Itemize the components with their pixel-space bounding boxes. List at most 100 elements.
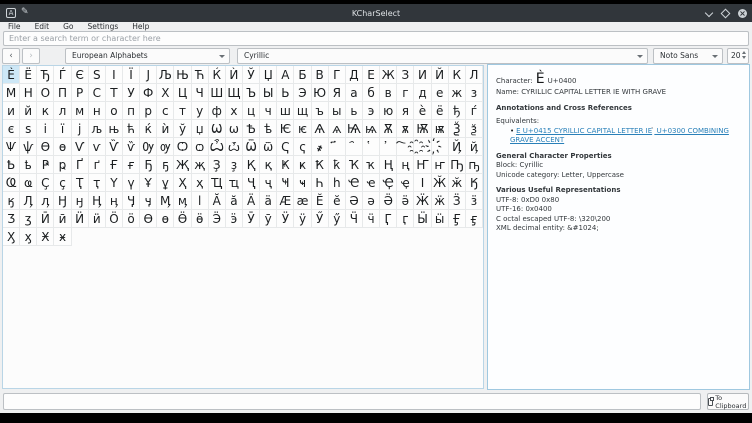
character-cell[interactable]: ҇	[397, 138, 414, 156]
character-cell[interactable]: ӱ	[294, 210, 311, 228]
character-cell[interactable]: Ҳ	[174, 174, 191, 192]
menu-item-help[interactable]: Help	[132, 22, 149, 31]
character-cell[interactable]: Г	[329, 66, 346, 84]
character-cell[interactable]: ҫ	[54, 174, 71, 192]
character-cell[interactable]: қ	[260, 156, 277, 174]
character-cell[interactable]: ё	[432, 102, 449, 120]
character-cell[interactable]: Љ	[157, 66, 174, 84]
character-cell[interactable]: Ѕ	[89, 66, 106, 84]
character-cell[interactable]: З	[397, 66, 414, 84]
character-cell[interactable]: ѫ	[397, 120, 414, 138]
character-cell[interactable]: Ҙ	[209, 156, 226, 174]
character-cell[interactable]: ӛ	[397, 192, 414, 210]
character-cell[interactable]: ъ	[312, 102, 329, 120]
character-cell[interactable]: ҟ	[329, 156, 346, 174]
character-cell[interactable]: ў	[174, 120, 191, 138]
character-cell[interactable]: ћ	[123, 120, 140, 138]
character-cell[interactable]: я	[397, 102, 414, 120]
character-cell[interactable]: і	[37, 120, 54, 138]
character-cell[interactable]: Ҹ	[277, 174, 294, 192]
character-cell[interactable]: Ҝ	[277, 156, 294, 174]
character-cell[interactable]: ӷ	[397, 210, 414, 228]
character-cell[interactable]: ы	[329, 102, 346, 120]
character-cell[interactable]: В	[312, 66, 329, 84]
character-cell[interactable]: ѻ	[192, 138, 209, 156]
character-cell[interactable]: ю	[380, 102, 397, 120]
character-cell[interactable]: Ё	[20, 66, 37, 84]
character-cell[interactable]: ҹ	[294, 174, 311, 192]
character-cell[interactable]: х	[226, 102, 243, 120]
character-cell[interactable]: ҿ	[397, 174, 414, 192]
character-cell[interactable]: Ӛ	[380, 192, 397, 210]
category-combobox[interactable]: European Alphabets	[65, 48, 230, 64]
equivalent-link[interactable]: Е U+0415 CYRILLIC CAPITAL LETTER IE	[516, 127, 652, 135]
character-cell[interactable]: Ҵ	[209, 174, 226, 192]
character-cell[interactable]: ҁ	[294, 138, 311, 156]
character-cell[interactable]: ӗ	[329, 192, 346, 210]
character-cell[interactable]: ҭ	[89, 174, 106, 192]
character-cell[interactable]: О	[37, 84, 54, 102]
character-cell[interactable]: ң	[397, 156, 414, 174]
character-cell[interactable]: Ҕ	[140, 156, 157, 174]
character-cell[interactable]: а	[346, 84, 363, 102]
character-cell[interactable]: љ	[89, 120, 106, 138]
character-cell[interactable]: ѕ	[20, 120, 37, 138]
character-cell[interactable]: Ф	[140, 84, 157, 102]
forward-button[interactable]: ›	[22, 48, 40, 64]
character-cell[interactable]: д	[414, 84, 431, 102]
character-cell[interactable]: ф	[209, 102, 226, 120]
character-cell[interactable]: ҃	[329, 138, 346, 156]
menu-item-file[interactable]: File	[8, 22, 21, 31]
menu-item-go[interactable]: Go	[63, 22, 73, 31]
spinner-arrows-icon[interactable]	[742, 51, 746, 59]
character-cell[interactable]: щ	[294, 102, 311, 120]
character-cell[interactable]: Э	[294, 84, 311, 102]
character-cell[interactable]: Ҧ	[449, 156, 466, 174]
character-cell[interactable]: Ӫ	[174, 210, 191, 228]
character-cell[interactable]: ѓ	[466, 102, 483, 120]
character-cell[interactable]: ӫ	[192, 210, 209, 228]
character-cell[interactable]: Ҡ	[346, 156, 363, 174]
character-cell[interactable]: Ц	[174, 84, 191, 102]
character-cell[interactable]: ӝ	[432, 192, 449, 210]
character-cell[interactable]: Ӓ	[243, 192, 260, 210]
character-cell[interactable]: Ӯ	[243, 210, 260, 228]
character-cell[interactable]: Ѥ	[277, 120, 294, 138]
menu-item-settings[interactable]: Settings	[88, 22, 119, 31]
character-cell[interactable]: Ӈ	[54, 192, 71, 210]
character-cell[interactable]: Ӏ	[414, 174, 431, 192]
character-cell[interactable]: Ӝ	[414, 192, 431, 210]
character-cell[interactable]: ҽ	[363, 174, 380, 192]
character-cell[interactable]: Џ	[260, 66, 277, 84]
back-button[interactable]: ‹	[2, 48, 20, 64]
character-cell[interactable]: ӣ	[54, 210, 71, 228]
character-cell[interactable]: ӭ	[226, 210, 243, 228]
search-input[interactable]	[3, 31, 749, 46]
character-cell[interactable]: ҩ	[20, 174, 37, 192]
character-cell[interactable]: њ	[106, 120, 123, 138]
character-cell[interactable]: Ќ	[209, 66, 226, 84]
character-cell[interactable]: ҆	[380, 138, 397, 156]
character-cell[interactable]: Ѷ	[106, 138, 123, 156]
character-cell[interactable]: Ѧ	[312, 120, 329, 138]
character-cell[interactable]: п	[123, 102, 140, 120]
character-cell[interactable]: к	[37, 102, 54, 120]
character-cell[interactable]: Й	[432, 66, 449, 84]
character-cell[interactable]: ѭ	[432, 120, 449, 138]
character-cell[interactable]: з	[466, 84, 483, 102]
character-cell[interactable]: Т	[106, 84, 123, 102]
character-cell[interactable]: ҧ	[466, 156, 483, 174]
character-cell[interactable]: Ӕ	[277, 192, 294, 210]
character-cell[interactable]: Ҩ	[3, 174, 20, 192]
character-cell[interactable]: ѧ	[329, 120, 346, 138]
character-cell[interactable]: ҡ	[363, 156, 380, 174]
character-cell[interactable]: ж	[449, 84, 466, 102]
character-cell[interactable]: ӥ	[89, 210, 106, 228]
character-cell[interactable]: Ю	[312, 84, 329, 102]
character-cell[interactable]: Ӧ	[106, 210, 123, 228]
character-cell[interactable]: ґ	[89, 156, 106, 174]
character-cell[interactable]: ѯ	[466, 120, 483, 138]
character-cell[interactable]: Ҍ	[3, 156, 20, 174]
character-cell[interactable]: у	[192, 102, 209, 120]
character-cell[interactable]: ѝ	[157, 120, 174, 138]
